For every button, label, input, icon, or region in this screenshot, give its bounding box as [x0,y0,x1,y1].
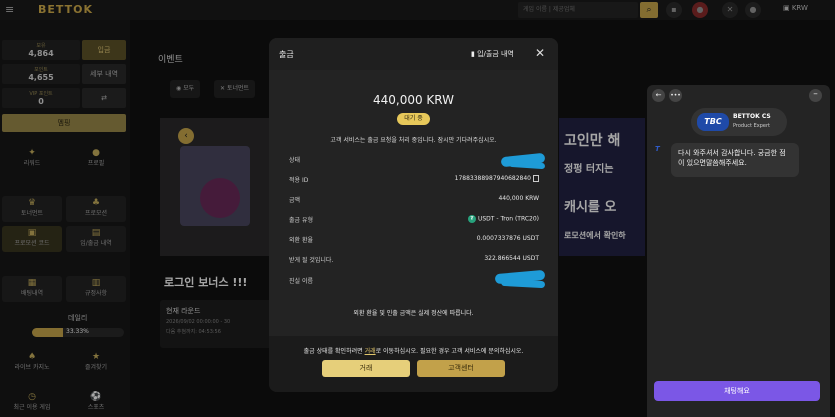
withdraw-modal: 출금 ▮ 입/출금 내역 ✕ 440,000 KRW 대기 중 고객 서비스는 … [269,38,558,392]
row-status-key: 상태 [289,157,301,164]
close-icon[interactable]: ✕ [535,46,545,60]
row-withdraw-type-value: USDT - Tron (TRC20) [477,215,539,223]
row-request-id: 적용 ID 17883388987940682840 [289,175,539,185]
history-link-label: 입/출금 내역 [477,50,514,58]
status-check-note-post: 로 이동하십시오. 필요한 경우 고객 서비스에 문의하십시오. [375,348,524,355]
row-receive-key: 받게 될 것입니다. [289,257,334,264]
chat-header: ← ••• – [647,85,830,107]
transactions-link[interactable]: 거래 [365,348,376,355]
row-request-id-value-wrap: 17883388987940682840 [455,175,539,182]
modal-footer: 출금 상태를 확인하려면 거래로 이동하십시오. 필요한 경우 고객 서비스에 … [269,336,558,392]
row-real-name-key: 진실 이름 [289,278,313,285]
row-fx-rate: 외환 환율 0.0007337876 USDT [289,235,539,245]
modal-header: 출금 ▮ 입/출금 내역 ✕ [269,38,558,70]
redaction-scribble [508,160,546,170]
agent-logo: TBC [697,113,729,131]
support-chat-panel: ← ••• – TBC BETTOK CS Product Expert T 다… [647,85,830,417]
agent-role: Product Expert [733,123,770,129]
tether-icon: ₮ [467,215,476,223]
row-fx-rate-key: 외환 환율 [289,237,313,244]
more-options-icon[interactable]: ••• [669,89,682,102]
status-check-note: 출금 상태를 확인하려면 거래로 이동하십시오. 필요한 경우 고객 서비스에 … [269,346,558,355]
redaction-scribble [500,278,546,289]
document-icon: ▮ [471,50,475,58]
modal-title: 출금 [279,50,294,59]
support-button[interactable]: 고객센터 [417,360,505,377]
row-withdraw-type-value-wrap: ₮ USDT - Tron (TRC20) [467,215,539,223]
minimize-icon[interactable]: – [809,89,822,102]
status-check-note-pre: 출금 상태를 확인하려면 [303,348,363,355]
row-request-id-value: 17883388987940682840 [454,175,531,182]
status-badge: 대기 중 [397,113,430,125]
row-amount: 금액 440,000 KRW [289,195,539,205]
copy-icon[interactable] [533,175,539,182]
processing-notice: 고객 서비스는 출금 요청을 처리 중입니다. 잠시만 기다려주십시오. [330,137,497,144]
agent-name: BETTOK CS [733,113,771,120]
agent-avatar-icon: T [655,145,660,153]
row-amount-value: 440,000 KRW [498,195,539,202]
row-request-id-key: 적용 ID [289,177,309,184]
chat-message: 다시 와주셔서 감사합니다. 궁금한 점이 있으면말씀해주세요. [671,143,799,177]
transactions-button[interactable]: 거래 [322,360,410,377]
row-receive: 받게 될 것입니다. 322.866544 USDT [289,255,539,265]
row-amount-key: 금액 [289,197,301,204]
start-chat-button[interactable]: 채팅해요 [654,381,820,401]
agent-card: TBC BETTOK CS Product Expert [691,108,787,136]
history-link[interactable]: ▮ 입/출금 내역 [471,49,514,59]
row-receive-value: 322.866544 USDT [484,255,539,262]
row-withdraw-type: 출금 유형 ₮ USDT - Tron (TRC20) [289,215,539,225]
row-fx-rate-value: 0.0007337876 USDT [476,235,539,242]
back-arrow-icon[interactable]: ← [652,89,665,102]
withdraw-amount: 440,000 KRW [372,93,455,107]
row-withdraw-type-key: 출금 유형 [289,217,313,224]
fx-note: 외환 환율 및 인출 금액은 실제 정산에 따릅니다. [353,310,474,317]
